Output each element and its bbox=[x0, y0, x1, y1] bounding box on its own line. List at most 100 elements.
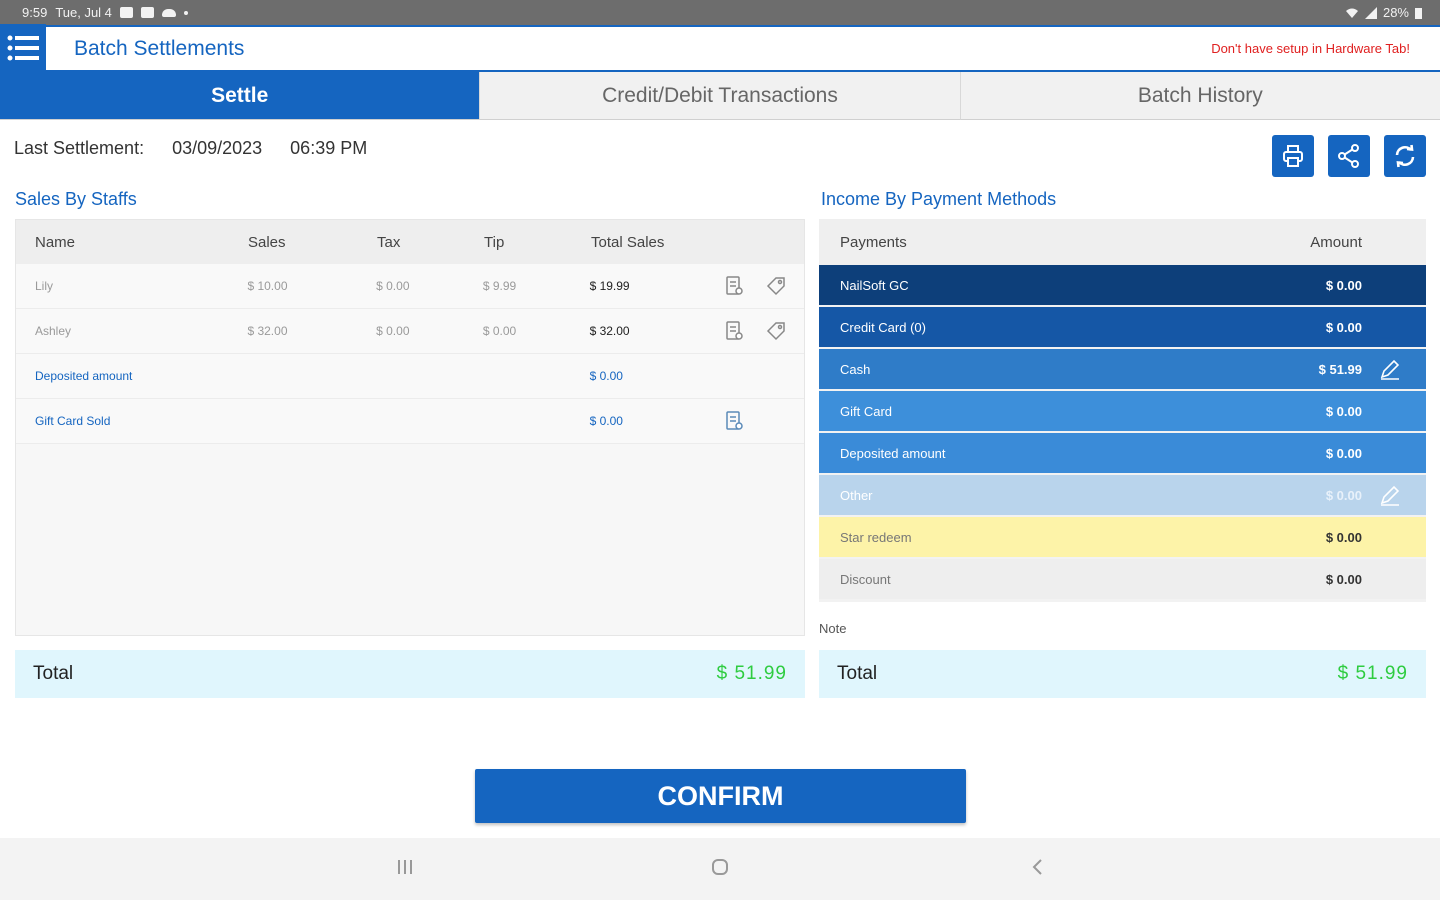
staff-tip: $ 0.00 bbox=[482, 324, 517, 338]
payment-label: Credit Card (0) bbox=[840, 319, 926, 335]
header-tip: Tip bbox=[484, 233, 505, 251]
payment-amount: $ 0.00 bbox=[1325, 529, 1362, 545]
table-header: Name Sales Tax Tip Total Sales bbox=[16, 220, 804, 264]
payment-amount: $ 51.99 bbox=[1318, 361, 1362, 377]
receipt-icon[interactable] bbox=[724, 276, 744, 296]
header-tax: Tax bbox=[377, 233, 401, 251]
deposited-amount-label: Deposited amount bbox=[35, 369, 133, 383]
table-row: Deposited amount $ 0.00 bbox=[16, 354, 804, 399]
table-header: Payments Amount bbox=[819, 219, 1426, 265]
status-time: 9:59 bbox=[22, 5, 48, 20]
header-sales: Sales bbox=[248, 233, 286, 251]
refresh-button[interactable] bbox=[1384, 135, 1426, 177]
table-row[interactable]: Lily $ 10.00 $ 0.00 $ 9.99 $ 19.99 bbox=[16, 264, 804, 309]
refresh-icon bbox=[1395, 144, 1415, 168]
payment-row-discount: Discount $ 0.00 bbox=[819, 559, 1426, 599]
receipt-icon[interactable] bbox=[724, 411, 744, 431]
page-title: Batch Settlements bbox=[74, 36, 245, 60]
payment-amount: $ 0.00 bbox=[1325, 277, 1362, 293]
payment-amount: $ 0.00 bbox=[1325, 445, 1362, 461]
header-payments: Payments bbox=[840, 233, 907, 251]
menu-button[interactable] bbox=[0, 24, 46, 71]
header-name: Name bbox=[35, 233, 76, 251]
payment-row-gift-card: Gift Card $ 0.00 bbox=[819, 391, 1426, 431]
home-icon[interactable] bbox=[711, 858, 729, 876]
payment-label: Deposited amount bbox=[840, 445, 946, 461]
income-by-payment-methods-title: Income By Payment Methods bbox=[821, 189, 1057, 209]
payment-amount: $ 0.00 bbox=[1325, 403, 1362, 419]
last-settlement-date: 03/09/2023 bbox=[172, 138, 263, 158]
payments-total-label: Total bbox=[837, 663, 878, 684]
payment-label: Discount bbox=[840, 571, 891, 587]
gift-card-sold-label: Gift Card Sold bbox=[35, 414, 111, 428]
staff-total-bar: Total $ 51.99 bbox=[15, 650, 805, 698]
more-notifications-icon bbox=[183, 10, 188, 15]
status-date: Tue, Jul 4 bbox=[55, 5, 112, 20]
wifi-icon bbox=[1345, 8, 1358, 18]
payment-row-other[interactable]: Other $ 0.00 bbox=[819, 475, 1426, 515]
staff-tax: $ 0.00 bbox=[376, 279, 410, 293]
tab-settle[interactable]: Settle bbox=[0, 72, 481, 120]
payments-total-bar: Total $ 51.99 bbox=[819, 650, 1426, 698]
hardware-warning: Don't have setup in Hardware Tab! bbox=[1211, 41, 1410, 56]
staff-name: Ashley bbox=[35, 324, 72, 338]
action-buttons bbox=[1272, 135, 1426, 177]
back-icon[interactable] bbox=[1029, 858, 1047, 876]
signal-icon bbox=[1364, 6, 1377, 19]
last-settlement-time: 06:39 PM bbox=[290, 138, 368, 158]
payment-label: Cash bbox=[840, 361, 871, 377]
confirm-button[interactable]: CONFIRM bbox=[475, 769, 966, 823]
staff-tax: $ 0.00 bbox=[376, 324, 410, 338]
sales-by-staffs-title: Sales By Staffs bbox=[15, 189, 137, 209]
printer-icon bbox=[1283, 145, 1303, 167]
payment-row-nailsoft-gc: NailSoft GC $ 0.00 bbox=[819, 265, 1426, 305]
edit-pencil-icon[interactable] bbox=[1379, 484, 1401, 506]
payments-total-value: $ 51.99 bbox=[1337, 663, 1408, 684]
table-row: Gift Card Sold $ 0.00 bbox=[16, 399, 804, 444]
payment-amount: $ 0.00 bbox=[1325, 319, 1362, 335]
payment-row-cash[interactable]: Cash $ 51.99 bbox=[819, 349, 1426, 389]
table-row[interactable]: Ashley $ 32.00 $ 0.00 $ 0.00 $ 32.00 bbox=[16, 309, 804, 354]
system-navigation-bar bbox=[0, 838, 1440, 900]
staff-sales: $ 10.00 bbox=[247, 279, 288, 293]
header-total-sales: Total Sales bbox=[591, 233, 665, 251]
status-bar: 9:59 Tue, Jul 4 28% bbox=[0, 0, 1440, 25]
tab-credit-debit-transactions[interactable]: Credit/Debit Transactions bbox=[480, 72, 961, 120]
tag-icon[interactable] bbox=[766, 321, 786, 341]
staff-name: Lily bbox=[35, 279, 54, 293]
battery-level: 28% bbox=[1382, 5, 1409, 20]
cloud-icon bbox=[161, 8, 176, 17]
payment-row-credit-card-0: Credit Card (0) $ 0.00 bbox=[819, 307, 1426, 347]
payment-row-star-redeem: Star redeem $ 0.00 bbox=[819, 517, 1426, 557]
payment-amount: $ 0.00 bbox=[1325, 487, 1362, 503]
payment-row-deposited-amount: Deposited amount $ 0.00 bbox=[819, 433, 1426, 473]
tab-batch-history[interactable]: Batch History bbox=[960, 72, 1440, 120]
staff-sales: $ 32.00 bbox=[247, 324, 288, 338]
share-button[interactable] bbox=[1328, 135, 1370, 177]
app-header: Batch Settlements Don't have setup in Ha… bbox=[0, 24, 1440, 72]
tab-bar: Settle Credit/Debit Transactions Batch H… bbox=[0, 72, 1440, 120]
staff-total-sales: $ 32.00 bbox=[589, 324, 630, 338]
payment-label: Other bbox=[840, 487, 873, 503]
deposited-amount-value: $ 0.00 bbox=[589, 369, 623, 383]
print-button[interactable] bbox=[1272, 135, 1314, 177]
gift-card-sold-value: $ 0.00 bbox=[589, 414, 623, 428]
header-amount: Amount bbox=[1310, 233, 1362, 251]
payment-methods-table: Payments Amount NailSoft GC $ 0.00 Credit … bbox=[819, 219, 1426, 602]
payment-label: Gift Card bbox=[840, 403, 893, 419]
payment-amount: $ 0.00 bbox=[1325, 571, 1362, 587]
last-settlement-label: Last Settlement: bbox=[14, 138, 145, 158]
staff-sales-table: Name Sales Tax Tip Total Sales Lily $ 10… bbox=[15, 219, 805, 636]
recent-apps-icon[interactable] bbox=[396, 858, 414, 876]
receipt-icon[interactable] bbox=[724, 321, 744, 341]
gallery-notification-icon bbox=[119, 7, 133, 18]
message-notification-icon bbox=[140, 7, 154, 18]
edit-pencil-icon[interactable] bbox=[1379, 358, 1401, 380]
payment-label: Star redeem bbox=[840, 529, 912, 545]
staff-total-value: $ 51.99 bbox=[716, 663, 787, 684]
battery-icon bbox=[1415, 7, 1422, 19]
note-label: Note bbox=[819, 621, 847, 636]
tag-icon[interactable] bbox=[766, 276, 786, 296]
last-settlement: Last Settlement: 03/09/2023 06:39 PM bbox=[14, 138, 395, 159]
share-icon bbox=[1338, 144, 1359, 168]
